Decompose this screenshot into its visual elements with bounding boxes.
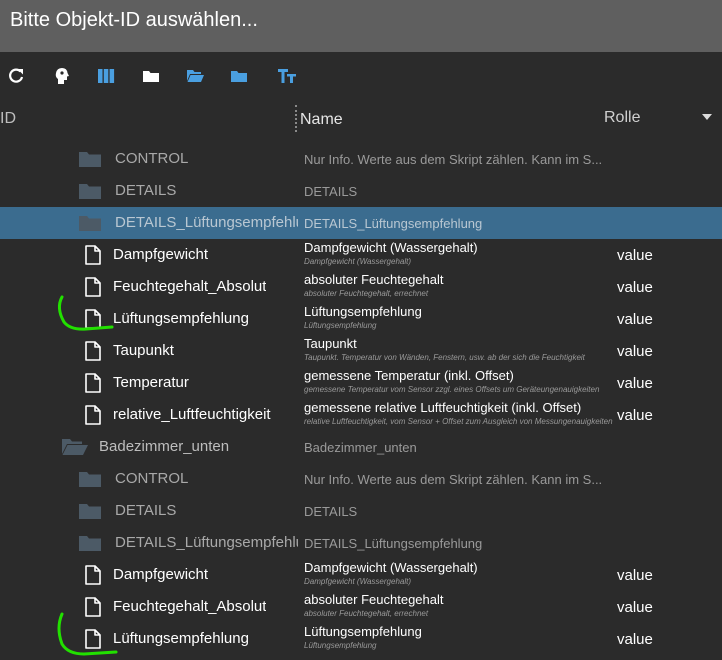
- role-dropdown-arrow-icon[interactable]: [702, 114, 712, 120]
- tree-row-description: Lüftungsempfehlung: [304, 641, 377, 650]
- file-icon: [85, 277, 101, 297]
- tree-row-description: Dampfgewicht (Wassergehalt): [304, 577, 412, 586]
- tree-row[interactable]: Temperatur gemessene Temperatur (inkl. O…: [0, 367, 722, 399]
- folder-open-icon[interactable]: [185, 66, 205, 86]
- object-tree: CONTROL Nur Info. Werte aus dem Skript z…: [0, 143, 722, 655]
- tree-row-id: Taupunkt: [113, 342, 174, 359]
- folder-blue-icon[interactable]: [229, 66, 249, 86]
- tree-row-id: Feuchtegehalt_Absolut: [113, 278, 267, 295]
- tree-row-name: Dampfgewicht (Wassergehalt): [304, 240, 478, 255]
- tree-row-description: Dampfgewicht (Wassergehalt): [304, 257, 412, 266]
- tree-row-name: gemessene Temperatur (inkl. Offset): [304, 368, 514, 383]
- tree-row-id: CONTROL: [115, 150, 189, 167]
- file-icon: [85, 245, 101, 265]
- tree-row[interactable]: CONTROL Nur Info. Werte aus dem Skript z…: [0, 143, 722, 175]
- tree-row-name: gemessene relative Luftfeuchtigkeit (ink…: [304, 400, 582, 415]
- tree-row-selected[interactable]: DETAILS_Lüftungsempfehlung DETAILS_Lüftu…: [0, 207, 722, 239]
- refresh-icon[interactable]: [6, 66, 26, 86]
- tree-row[interactable]: CONTROL Nur Info. Werte aus dem Skript z…: [0, 463, 722, 495]
- tree-row-name: DETAILS_Lüftungsempfehlung: [304, 536, 483, 551]
- folder-icon: [79, 184, 101, 199]
- tree-row-id: Lüftungsempfehlung: [113, 310, 249, 327]
- tree-row-id: Dampfgewicht: [113, 246, 209, 263]
- tree-row[interactable]: Dampfgewicht Dampfgewicht (Wassergehalt)…: [0, 559, 722, 591]
- tree-row-id: DETAILS_Lüftungsempfehlung: [115, 214, 298, 231]
- tree-row-name: DETAILS: [304, 184, 358, 199]
- tree-row-description: Taupunkt. Temperatur von Wänden, Fenster…: [304, 353, 585, 362]
- tree-row-id: DETAILS: [115, 502, 177, 519]
- file-icon: [85, 629, 101, 649]
- tree-row-description: absoluter Feuchtegehalt, errechnet: [304, 609, 429, 618]
- tree-row-id: CONTROL: [115, 470, 189, 487]
- folder-icon: [79, 504, 101, 519]
- tree-row-name: Nur Info. Werte aus dem Skript zählen. K…: [304, 472, 603, 487]
- tree-row-description: relative Luftfeuchtigkeit, vom Sensor + …: [304, 417, 613, 426]
- tree-row-name: Lüftungsempfehlung: [304, 624, 422, 639]
- tree-row-name: Nur Info. Werte aus dem Skript zählen. K…: [304, 152, 603, 167]
- tree-row-role: value: [617, 599, 653, 616]
- tree-row-role: value: [617, 311, 653, 328]
- columns-icon[interactable]: [96, 66, 116, 86]
- tree-row[interactable]: Lüftungsempfehlung Lüftungsempfehlung Lü…: [0, 623, 722, 655]
- tree-row[interactable]: Feuchtegehalt_Absolut absoluter Feuchteg…: [0, 591, 722, 623]
- dialog-titlebar: Bitte Objekt-ID auswählen...: [0, 0, 722, 52]
- tree-row-id: Lüftungsempfehlung: [113, 630, 249, 647]
- tree-row-id: Badezimmer_unten: [99, 438, 230, 455]
- tree-row-name: Taupunkt: [304, 336, 357, 351]
- tree-row-id: DETAILS_Lüftungsempfehlung: [115, 534, 298, 551]
- tree-row-description: gemessene Temperatur vom Sensor zzgl. ei…: [304, 385, 600, 394]
- tree-row-id: Dampfgewicht: [113, 566, 209, 583]
- folder-open-icon: [62, 439, 88, 455]
- column-id-header[interactable]: ID: [0, 110, 16, 128]
- tree-row-name: absoluter Feuchtegehalt: [304, 272, 444, 287]
- tree-row-name: DETAILS_Lüftungsempfehlung: [304, 216, 483, 231]
- tree-row-id: Feuchtegehalt_Absolut: [113, 598, 267, 615]
- column-name-header[interactable]: Name: [300, 111, 343, 129]
- file-icon: [85, 565, 101, 585]
- tree-row-name: Dampfgewicht (Wassergehalt): [304, 560, 478, 575]
- tree-row-description: Lüftungsempfehlung: [304, 321, 377, 330]
- tree-row-role: value: [617, 343, 653, 360]
- tree-row[interactable]: Lüftungsempfehlung Lüftungsempfehlung Lü…: [0, 303, 722, 335]
- tree-row[interactable]: DETAILS DETAILS: [0, 495, 722, 527]
- tree-row-id: DETAILS: [115, 182, 177, 199]
- file-icon: [85, 597, 101, 617]
- file-icon: [85, 309, 101, 329]
- tree-row-name: DETAILS: [304, 504, 358, 519]
- toolbar: [0, 52, 722, 100]
- tree-row[interactable]: DETAILS DETAILS: [0, 175, 722, 207]
- tree-row-name: Badezimmer_unten: [304, 440, 417, 455]
- tree-row-name: Lüftungsempfehlung: [304, 304, 422, 319]
- folder-icon: [79, 216, 101, 231]
- tree-row-role: value: [617, 407, 653, 424]
- tree-row[interactable]: DETAILS_Lüftungsempfehlung DETAILS_Lüftu…: [0, 527, 722, 559]
- folder-icon[interactable]: [141, 66, 161, 86]
- column-role-header[interactable]: Rolle: [604, 109, 640, 127]
- folder-icon: [79, 472, 101, 487]
- tree-row[interactable]: relative_Luftfeuchtigkeit gemessene rela…: [0, 399, 722, 431]
- file-icon: [85, 341, 101, 361]
- tree-row-id: Temperatur: [113, 374, 189, 391]
- tree-row[interactable]: Taupunkt Taupunkt Taupunkt. Temperatur v…: [0, 335, 722, 367]
- tree-row-name: absoluter Feuchtegehalt: [304, 592, 444, 607]
- folder-icon: [79, 536, 101, 551]
- tree-row[interactable]: Badezimmer_unten Badezimmer_unten: [0, 431, 722, 463]
- tree-row-role: value: [617, 375, 653, 392]
- tree-row[interactable]: Feuchtegehalt_Absolut absoluter Feuchteg…: [0, 271, 722, 303]
- tree-row-role: value: [617, 631, 653, 648]
- tree-row-role: value: [617, 279, 653, 296]
- dialog-title: Bitte Objekt-ID auswählen...: [10, 9, 258, 31]
- person-icon[interactable]: [52, 66, 72, 86]
- column-resize-handle[interactable]: [295, 105, 297, 132]
- tree-row-role: value: [617, 247, 653, 264]
- file-icon: [85, 405, 101, 425]
- column-header: ID Name Rolle: [0, 100, 722, 140]
- tree-row[interactable]: Dampfgewicht Dampfgewicht (Wassergehalt)…: [0, 239, 722, 271]
- tree-row-description: absoluter Feuchtegehalt, errechnet: [304, 289, 429, 298]
- folder-icon: [79, 152, 101, 167]
- tree-row-role: value: [617, 567, 653, 584]
- text-size-icon[interactable]: [277, 66, 297, 86]
- tree-row-id: relative_Luftfeuchtigkeit: [113, 406, 271, 423]
- file-icon: [85, 373, 101, 393]
